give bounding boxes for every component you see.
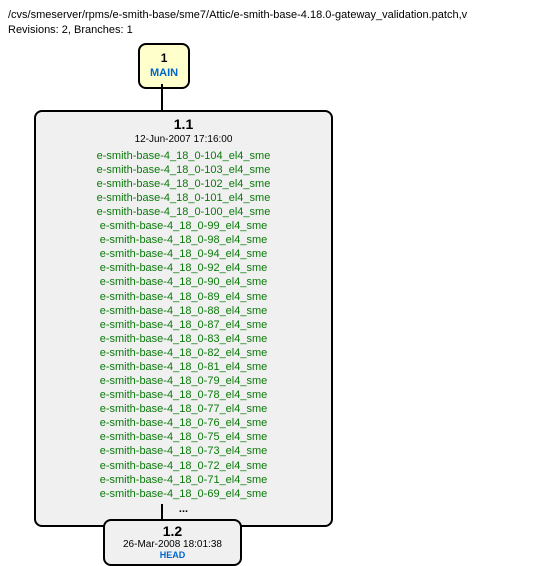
connector-line-1 bbox=[161, 84, 163, 110]
tag-link[interactable]: e-smith-base-4_18_0-72_el4_sme bbox=[46, 459, 321, 473]
revision-1-1-tags: e-smith-base-4_18_0-104_el4_smee-smith-b… bbox=[46, 149, 321, 501]
tag-link[interactable]: e-smith-base-4_18_0-101_el4_sme bbox=[46, 191, 321, 205]
revision-1-2-head-link[interactable]: HEAD bbox=[123, 550, 222, 560]
header-info: /cvs/smeserver/rpms/e-smith-base/sme7/At… bbox=[8, 8, 552, 39]
tag-link[interactable]: e-smith-base-4_18_0-100_el4_sme bbox=[46, 205, 321, 219]
revision-1-1-ellipsis: ... bbox=[46, 501, 321, 515]
tag-link[interactable]: e-smith-base-4_18_0-87_el4_sme bbox=[46, 318, 321, 332]
main-branch-node[interactable]: 1 MAIN bbox=[138, 43, 190, 89]
tag-link[interactable]: e-smith-base-4_18_0-73_el4_sme bbox=[46, 444, 321, 458]
tag-link[interactable]: e-smith-base-4_18_0-99_el4_sme bbox=[46, 219, 321, 233]
tag-link[interactable]: e-smith-base-4_18_0-82_el4_sme bbox=[46, 346, 321, 360]
revision-1-1-date: 12-Jun-2007 17:16:00 bbox=[46, 134, 321, 149]
tag-link[interactable]: e-smith-base-4_18_0-94_el4_sme bbox=[46, 247, 321, 261]
tag-link[interactable]: e-smith-base-4_18_0-103_el4_sme bbox=[46, 163, 321, 177]
tag-link[interactable]: e-smith-base-4_18_0-90_el4_sme bbox=[46, 275, 321, 289]
tag-link[interactable]: e-smith-base-4_18_0-89_el4_sme bbox=[46, 290, 321, 304]
tag-link[interactable]: e-smith-base-4_18_0-71_el4_sme bbox=[46, 473, 321, 487]
revision-graph: 1 MAIN 1.1 12-Jun-2007 17:16:00 e-smith-… bbox=[8, 43, 548, 553]
revision-1-1-node[interactable]: 1.1 12-Jun-2007 17:16:00 e-smith-base-4_… bbox=[34, 110, 333, 527]
tag-link[interactable]: e-smith-base-4_18_0-88_el4_sme bbox=[46, 304, 321, 318]
revision-1-2-title: 1.2 bbox=[123, 523, 222, 539]
tag-link[interactable]: e-smith-base-4_18_0-81_el4_sme bbox=[46, 360, 321, 374]
tag-link[interactable]: e-smith-base-4_18_0-69_el4_sme bbox=[46, 487, 321, 501]
tag-link[interactable]: e-smith-base-4_18_0-92_el4_sme bbox=[46, 261, 321, 275]
connector-line-2 bbox=[161, 504, 163, 519]
revision-1-1-title: 1.1 bbox=[46, 114, 321, 134]
main-branch-number: 1 bbox=[150, 51, 178, 67]
tag-link[interactable]: e-smith-base-4_18_0-78_el4_sme bbox=[46, 388, 321, 402]
tag-link[interactable]: e-smith-base-4_18_0-79_el4_sme bbox=[46, 374, 321, 388]
header-revisions: Revisions: 2, Branches: 1 bbox=[8, 23, 552, 38]
revision-1-2-date: 26-Mar-2008 18:01:38 bbox=[123, 539, 222, 550]
tag-link[interactable]: e-smith-base-4_18_0-75_el4_sme bbox=[46, 430, 321, 444]
main-branch-link[interactable]: MAIN bbox=[150, 66, 178, 80]
tag-link[interactable]: e-smith-base-4_18_0-104_el4_sme bbox=[46, 149, 321, 163]
tag-link[interactable]: e-smith-base-4_18_0-98_el4_sme bbox=[46, 233, 321, 247]
revision-1-2-node[interactable]: 1.2 26-Mar-2008 18:01:38 HEAD bbox=[103, 519, 242, 566]
tag-link[interactable]: e-smith-base-4_18_0-83_el4_sme bbox=[46, 332, 321, 346]
header-path: /cvs/smeserver/rpms/e-smith-base/sme7/At… bbox=[8, 8, 552, 23]
tag-link[interactable]: e-smith-base-4_18_0-76_el4_sme bbox=[46, 416, 321, 430]
tag-link[interactable]: e-smith-base-4_18_0-102_el4_sme bbox=[46, 177, 321, 191]
tag-link[interactable]: e-smith-base-4_18_0-77_el4_sme bbox=[46, 402, 321, 416]
